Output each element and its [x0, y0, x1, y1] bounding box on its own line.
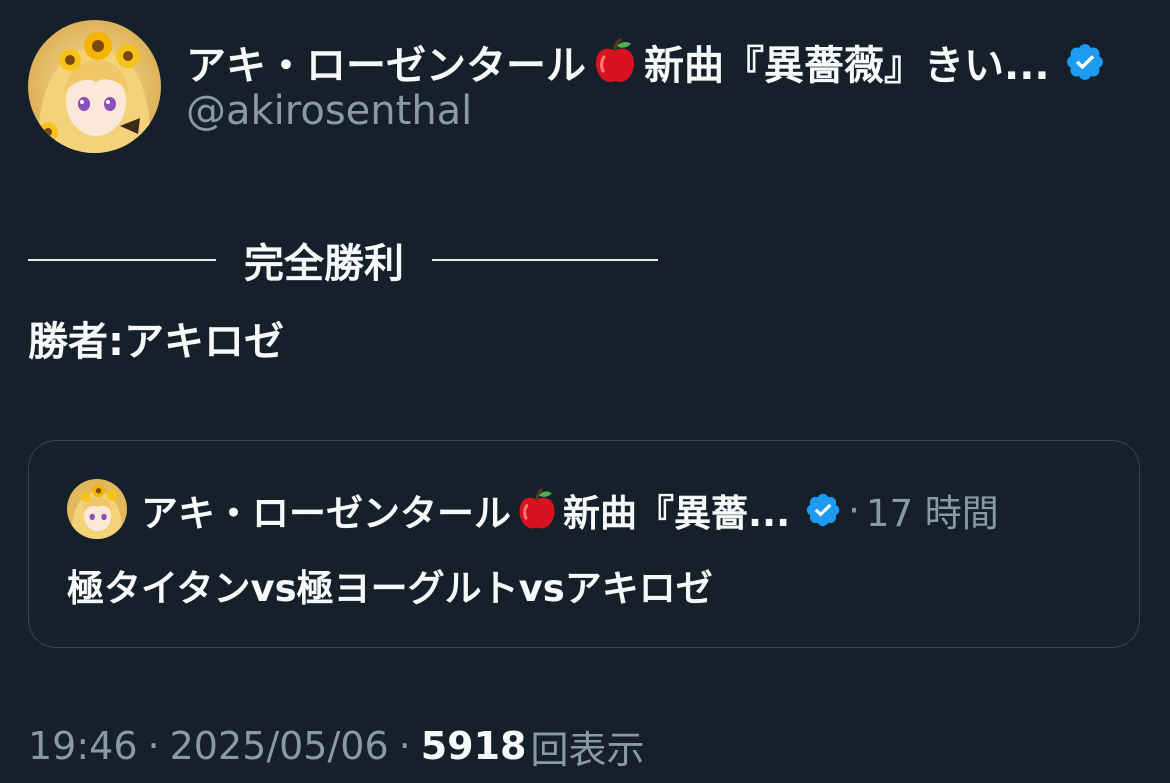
- tweet-date[interactable]: 2025/05/06: [170, 724, 389, 768]
- tweet-headline: 完全勝利: [244, 241, 404, 287]
- verified-badge-icon[interactable]: [1064, 41, 1106, 83]
- tweet-detail: アキ・ローゼンタール 新曲『異薔薇』きい... @akirosenthal 完全…: [0, 0, 1170, 783]
- author-name-suffix[interactable]: 新曲『異薔薇』きい...: [644, 33, 1050, 91]
- quoted-separator: ·: [848, 488, 860, 532]
- apple-emoji-icon: [590, 37, 640, 87]
- quoted-tweet-text: 極タイタンvs極ヨーグルトvsアキロゼ: [67, 567, 713, 610]
- quoted-timestamp: 17 時間: [865, 492, 999, 535]
- quoted-author-avatar: [67, 479, 127, 539]
- author-display-name[interactable]: アキ・ローゼンタール: [186, 33, 586, 91]
- apple-emoji-icon: [514, 487, 560, 533]
- author-display-name-row[interactable]: アキ・ローゼンタール 新曲『異薔薇』きい...: [186, 34, 1106, 90]
- quoted-author-display-name: アキ・ローゼンタール: [141, 492, 511, 535]
- views-count: 5918: [420, 724, 527, 768]
- meta-separator: ·: [398, 724, 411, 768]
- quoted-tweet-header: アキ・ローゼンタール 新曲『異薔... · 17 時間: [141, 481, 999, 539]
- tweet-metadata: 19:46 · 2025/05/06 · 5918 回表示: [28, 718, 645, 774]
- quoted-author-name-suffix: 新曲『異薔...: [563, 492, 791, 535]
- author-handle[interactable]: @akirosenthal: [186, 88, 472, 134]
- tweet-text-line-1: 完全勝利: [28, 232, 658, 288]
- divider-right: [432, 259, 658, 261]
- author-avatar[interactable]: [28, 20, 161, 153]
- tweet-text-line-2: 勝者:アキロゼ: [28, 319, 284, 365]
- divider-left: [28, 259, 216, 261]
- meta-separator: ·: [147, 724, 160, 768]
- quoted-tweet-card[interactable]: アキ・ローゼンタール 新曲『異薔... · 17 時間 極タイタンvs極ヨーグル…: [28, 440, 1140, 648]
- verified-badge-icon: [804, 491, 842, 529]
- views-label: 回表示: [530, 727, 645, 772]
- tweet-time[interactable]: 19:46: [28, 724, 138, 768]
